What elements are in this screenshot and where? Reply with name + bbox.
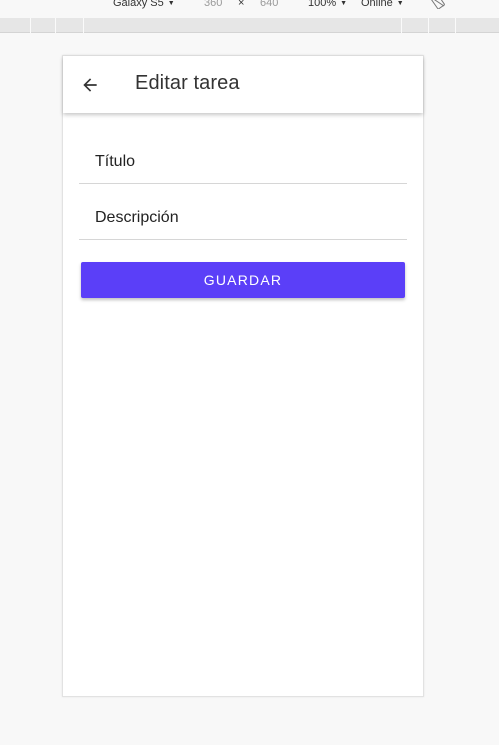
media-query-divider [401, 18, 402, 33]
media-query-bar[interactable] [0, 18, 499, 33]
network-value: Online [361, 0, 393, 9]
device-toolbar: Galaxy S5 ▼ 360 × 640 100% ▼ Online ▼ [0, 0, 499, 18]
caret-down-icon: ▼ [167, 0, 175, 7]
device-name: Galaxy S5 [113, 0, 164, 9]
back-button[interactable] [77, 72, 103, 98]
device-select[interactable]: Galaxy S5 ▼ [113, 0, 175, 9]
height-input[interactable]: 640 [260, 0, 278, 9]
width-input[interactable]: 360 [204, 0, 222, 9]
page-title: Editar tarea [135, 72, 240, 94]
media-query-divider [455, 18, 456, 33]
zoom-select[interactable]: 100% ▼ [308, 0, 347, 9]
dimension-separator: × [238, 0, 245, 9]
description-input[interactable] [79, 196, 407, 240]
media-query-divider [428, 18, 429, 33]
caret-down-icon: ▼ [396, 0, 404, 7]
media-query-divider [55, 18, 56, 33]
caret-down-icon: ▼ [340, 0, 348, 7]
zoom-value: 100% [308, 0, 337, 9]
media-query-divider [83, 18, 84, 33]
arrow-left-icon [83, 78, 97, 92]
network-select[interactable]: Online ▼ [361, 0, 404, 9]
save-button[interactable]: GUARDAR [81, 262, 405, 298]
title-input[interactable] [79, 140, 407, 184]
media-query-divider [30, 18, 31, 33]
rotate-icon[interactable] [431, 0, 445, 9]
app-bar: Editar tarea [63, 56, 423, 113]
device-viewport: Editar tarea GUARDAR [62, 55, 424, 697]
